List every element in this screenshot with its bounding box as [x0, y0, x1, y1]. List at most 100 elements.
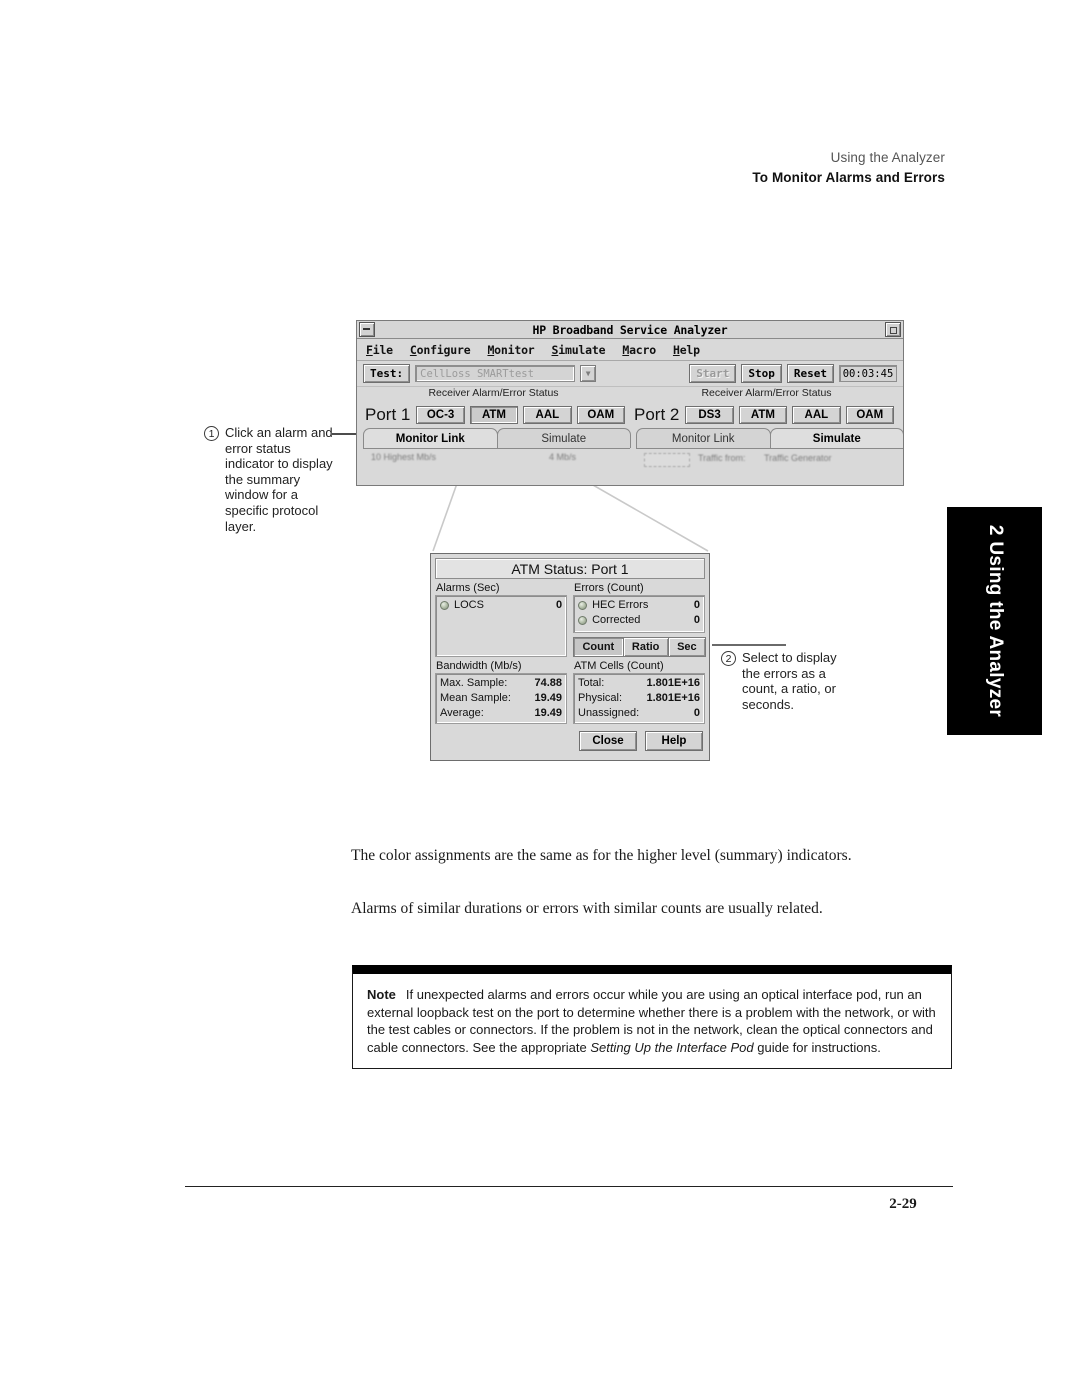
- menu-help[interactable]: Help: [673, 343, 700, 357]
- errors-panel: HEC Errors 0 Corrected 0: [573, 595, 705, 633]
- header-chapter-title: Using the Analyzer: [830, 150, 945, 165]
- callout-2-number: 2: [721, 651, 736, 666]
- units-button-count[interactable]: Count: [573, 637, 624, 657]
- status-led-icon: [440, 601, 449, 610]
- menu-file[interactable]: File: [366, 343, 393, 357]
- chevron-down-icon[interactable]: ▼: [580, 365, 597, 382]
- maximize-icon[interactable]: [885, 322, 901, 337]
- callout-2: 2 Select to display the errors as a coun…: [721, 650, 854, 712]
- error-row-hec[interactable]: HEC Errors 0: [578, 598, 700, 613]
- bandwidth-panel: Max. Sample: 74.88 Mean Sample: 19.49 Av…: [435, 673, 567, 724]
- atm-status-dialog: ATM Status: Port 1 Alarms (Sec) Errors (…: [430, 553, 710, 761]
- units-button-ratio[interactable]: Ratio: [622, 637, 669, 657]
- note-text-part2: guide for instructions.: [753, 1039, 881, 1055]
- port1-layer-aal[interactable]: AAL: [523, 406, 572, 424]
- bandwidth-value-average: 19.49: [534, 707, 562, 719]
- help-button[interactable]: Help: [645, 731, 703, 751]
- bandwidth-caption: Bandwidth (Mb/s): [436, 660, 522, 672]
- port2-panel-body: Traffic from: Traffic Generator: [636, 448, 903, 481]
- port1-tab-simulate[interactable]: Simulate: [496, 428, 631, 448]
- bandwidth-row-max: Max. Sample: 74.88: [440, 676, 562, 691]
- menu-bar: File Configure Monitor Simulate Macro He…: [357, 339, 903, 361]
- port1-tabs: Monitor Link Simulate: [357, 428, 631, 448]
- port2-layer-oam[interactable]: OAM: [845, 406, 894, 424]
- page-number: 2-29: [889, 1196, 917, 1212]
- errors-caption: Errors (Count): [574, 582, 644, 594]
- port1-layer-oc3[interactable]: OC-3: [416, 406, 465, 424]
- status-led-icon: [578, 616, 588, 625]
- header-section-title: To Monitor Alarms and Errors: [752, 169, 945, 185]
- port2-body-text-1: Traffic from:: [698, 453, 746, 463]
- close-button[interactable]: Close: [579, 731, 637, 751]
- menu-monitor[interactable]: Monitor: [487, 343, 534, 357]
- cells-row-total: Total: 1.801E+16: [578, 676, 700, 691]
- atm-status-dialog-title: ATM Status: Port 1: [435, 558, 705, 579]
- note-box: Note If unexpected alarms and errors occu…: [352, 965, 952, 1070]
- alarms-caption: Alarms (Sec): [436, 582, 500, 594]
- callout-1-number: 1: [204, 426, 219, 441]
- error-label-hec: HEC Errors: [592, 599, 649, 611]
- note-italic-title: Setting Up the Interface Pod: [590, 1039, 754, 1055]
- bandwidth-row-average: Average: 19.49: [440, 706, 562, 721]
- units-button-sec[interactable]: Sec: [667, 637, 707, 657]
- menu-configure[interactable]: Configure: [410, 343, 471, 357]
- error-units-selector: Count Ratio Sec: [573, 637, 707, 657]
- bandwidth-label-average: Average:: [440, 707, 484, 719]
- bandwidth-label-mean: Mean Sample:: [440, 692, 511, 704]
- cells-label-total: Total:: [578, 677, 605, 689]
- port2-layer-atm[interactable]: ATM: [738, 406, 788, 424]
- port2-input-box[interactable]: [644, 453, 690, 467]
- body-paragraph-1: The color assignments are the same as fo…: [351, 847, 852, 864]
- body-paragraph-2: Alarms of similar durations or errors wi…: [351, 900, 823, 917]
- port1-body-text-1: 10 Highest Mb/s: [371, 452, 437, 462]
- port1-label: Port 1: [365, 405, 411, 424]
- callout-1-text: Click an alarm and error status indicato…: [225, 425, 333, 534]
- bandwidth-cells-captions: Bandwidth (Mb/s) ATM Cells (Count): [435, 657, 705, 673]
- elapsed-timer: 00:03:45: [839, 365, 897, 382]
- window-titlebar: HP Broadband Service Analyzer: [357, 321, 903, 339]
- callout-1: 1 Click an alarm and error status indica…: [204, 425, 343, 534]
- port2-tabs: Monitor Link Simulate: [630, 428, 903, 448]
- menu-simulate[interactable]: Simulate: [552, 343, 606, 357]
- alarms-errors-panels: LOCS 0 HEC Errors 0 Corrected 0 Count Ra…: [435, 595, 707, 657]
- port2-label: Port 2: [633, 405, 680, 424]
- status-caption-port2: Receiver Alarm/Error Status: [701, 387, 832, 399]
- port2-layer-ds3[interactable]: DS3: [685, 406, 734, 424]
- window-title: HP Broadband Service Analyzer: [532, 322, 728, 337]
- test-button[interactable]: Test:: [363, 364, 411, 383]
- bandwidth-value-max: 74.88: [534, 677, 562, 689]
- menu-macro[interactable]: Macro: [622, 343, 656, 357]
- port1-layer-atm[interactable]: ATM: [469, 406, 519, 424]
- error-value-corrected: 0: [693, 614, 700, 626]
- port2-tab-simulate[interactable]: Simulate: [769, 428, 903, 448]
- port1-body-text-2: 4 Mb/s: [549, 452, 577, 462]
- cells-row-unassigned: Unassigned: 0: [578, 706, 700, 721]
- cells-caption: ATM Cells (Count): [574, 660, 664, 672]
- minimize-icon[interactable]: [359, 322, 375, 337]
- stop-button[interactable]: Stop: [741, 364, 782, 383]
- port1-tab-monitor-link[interactable]: Monitor Link: [363, 428, 498, 448]
- bandwidth-cells-panels: Max. Sample: 74.88 Mean Sample: 19.49 Av…: [435, 673, 705, 724]
- alarm-row-locs[interactable]: LOCS 0: [440, 598, 562, 613]
- note-text: Note If unexpected alarms and errors occu…: [367, 986, 937, 1056]
- cells-value-unassigned: 0: [693, 707, 700, 719]
- bandwidth-label-max: Max. Sample:: [440, 677, 508, 689]
- alarm-label-locs: LOCS: [454, 599, 484, 611]
- port2-tab-monitor-link[interactable]: Monitor Link: [636, 428, 771, 448]
- port2-layer-aal[interactable]: AAL: [792, 406, 841, 424]
- ports-button-row: Port 1 OC-3 ATM AAL OAM Port 2 DS3 ATM A…: [357, 402, 903, 428]
- cells-label-physical: Physical:: [578, 692, 623, 704]
- error-row-corrected[interactable]: Corrected 0: [578, 613, 700, 628]
- port1-layer-oam[interactable]: OAM: [576, 406, 625, 424]
- atm-dialog-footer: Close Help: [435, 731, 705, 751]
- port-panels-row: Monitor Link Simulate 10 Highest Mb/s 4 …: [357, 428, 903, 481]
- status-caption-port1: Receiver Alarm/Error Status: [428, 387, 559, 399]
- reset-button[interactable]: Reset: [786, 364, 834, 383]
- chapter-thumb-tab: 2 Using the Analyzer: [947, 507, 1042, 735]
- errors-column: HEC Errors 0 Corrected 0 Count Ratio Sec: [573, 595, 707, 657]
- status-captions-row: Receiver Alarm/Error Status Receiver Ala…: [357, 387, 903, 402]
- cells-label-unassigned: Unassigned:: [578, 707, 640, 719]
- test-select-value[interactable]: CellLoss SMARTtest: [415, 365, 576, 382]
- cells-panel: Total: 1.801E+16 Physical: 1.801E+16 Una…: [573, 673, 705, 724]
- start-button[interactable]: Start: [689, 364, 737, 383]
